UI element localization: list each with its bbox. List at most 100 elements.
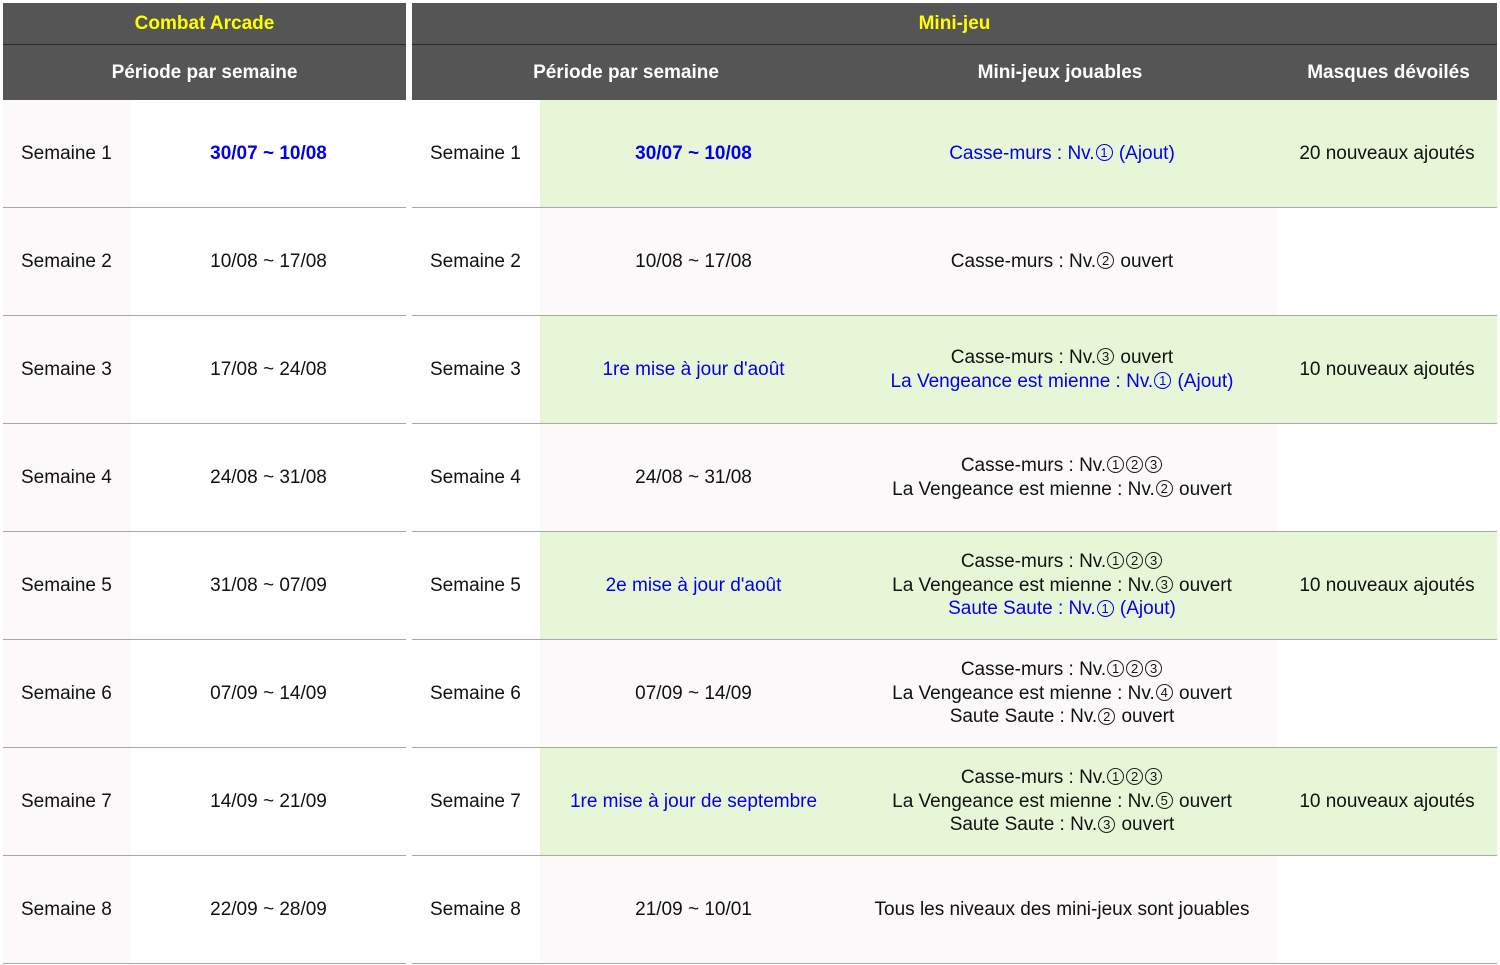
- mini-jeu-row: Semaine 3 1re mise à jour d'août Casse-mur…: [412, 316, 1497, 424]
- playable-games: Casse-murs : Nv. 2 ouvert: [847, 208, 1277, 315]
- week-label: Semaine 2: [412, 208, 540, 315]
- game-line: La Vengeance est mienne : Nv. 4 ouvert: [892, 682, 1232, 706]
- game-line: Casse-murs : Nv. 1 2 3: [961, 550, 1163, 574]
- level-number: 1: [1107, 660, 1125, 678]
- mini-jeu-row: Semaine 4 24/08 ~ 31/08 Casse-murs : Nv. 1 2…: [412, 424, 1497, 532]
- week-label: Semaine 3: [412, 316, 540, 423]
- week-label: Semaine 5: [412, 532, 540, 639]
- week-label: Semaine 4: [412, 424, 540, 531]
- game-text: ouvert: [1116, 706, 1175, 728]
- combat-arcade-title: Combat Arcade: [3, 3, 406, 45]
- game-line: Casse-murs : Nv. 1 2 3: [961, 658, 1163, 682]
- level-number: 2: [1126, 660, 1144, 678]
- period-label: 1re mise à jour d'août: [540, 316, 847, 423]
- game-text: Casse-murs : Nv.: [950, 346, 1097, 368]
- level-number: 2: [1155, 479, 1173, 497]
- masks-revealed: 10 nouveaux ajoutés: [1277, 748, 1497, 855]
- level-number: 3: [1145, 456, 1163, 474]
- level-number: 1: [1154, 371, 1172, 389]
- level-number: 2: [1126, 768, 1144, 786]
- combat-header-row: Période par semaine: [3, 45, 406, 100]
- date-range: 17/08 ~ 24/08: [131, 316, 406, 423]
- game-text: Casse-murs : Nv.: [950, 250, 1097, 272]
- game-text: Casse-murs : Nv.: [949, 142, 1095, 164]
- mini-jeu-header-row: Période par semaine Mini-jeux jouables M…: [412, 45, 1497, 100]
- week-label: Semaine 5: [3, 532, 131, 639]
- date-range: 07/09 ~ 14/09: [131, 640, 406, 747]
- week-label: Semaine 6: [3, 640, 131, 747]
- level-number: 3: [1145, 768, 1163, 786]
- playable-games: Casse-murs : Nv. 1 2 3 La Vengeance est mien…: [847, 748, 1277, 855]
- playable-games: Casse-murs : Nv. 3 ouvert La Vengeance est…: [847, 316, 1277, 423]
- game-text: La Vengeance est mienne : Nv.: [892, 682, 1155, 704]
- game-line: Casse-murs : Nv. 2 ouvert: [951, 250, 1173, 274]
- game-text: Saute Saute : Nv.: [949, 814, 1098, 836]
- mini-jeu-row: Semaine 6 07/09 ~ 14/09 Casse-murs : Nv. 1 2…: [412, 640, 1497, 748]
- level-number: 5: [1155, 792, 1173, 810]
- game-line: Tous les niveaux des mini-jeux sont joua…: [875, 898, 1250, 922]
- level-number: 1: [1095, 144, 1113, 162]
- mini-jeu-rows: Semaine 1 30/07 ~ 10/08 Casse-murs : Nv. 1 …: [412, 100, 1497, 964]
- game-text: ouvert: [1173, 790, 1232, 812]
- masks-revealed: [1277, 856, 1497, 963]
- date-range: 14/09 ~ 21/09: [131, 748, 406, 855]
- level-number: 4: [1155, 684, 1173, 702]
- combat-rows: Semaine 1 30/07 ~ 10/08 Semaine 2 10/08 ~ 1…: [3, 100, 406, 964]
- level-number: 3: [1155, 576, 1173, 594]
- combat-row: Semaine 4 24/08 ~ 31/08: [3, 424, 406, 532]
- combat-period-header: Période par semaine: [111, 61, 298, 83]
- masks-revealed: [1277, 424, 1497, 531]
- game-text: Saute Saute : Nv.: [948, 598, 1096, 620]
- game-text: La Vengeance est mienne : Nv.: [892, 790, 1155, 812]
- date-range: 31/08 ~ 07/09: [131, 532, 406, 639]
- combat-row: Semaine 2 10/08 ~ 17/08: [3, 208, 406, 316]
- mini-jeu-title: Mini-jeu: [412, 3, 1497, 45]
- level-number: 2: [1126, 456, 1144, 474]
- masks-revealed: 10 nouveaux ajoutés: [1277, 532, 1497, 639]
- week-label: Semaine 7: [3, 748, 131, 855]
- combat-arcade-table: Combat Arcade Période par semaine Semain…: [3, 3, 406, 964]
- mini-jeu-masks-header: Masques dévoilés: [1307, 61, 1470, 83]
- game-text: (Ajout): [1113, 142, 1175, 164]
- period-label: 2e mise à jour d'août: [540, 532, 847, 639]
- game-line: Saute Saute : Nv. 3 ouvert: [950, 813, 1175, 837]
- period-label: 1re mise à jour de septembre: [540, 748, 847, 855]
- mini-jeu-row: Semaine 1 30/07 ~ 10/08 Casse-murs : Nv. 1 …: [412, 100, 1497, 208]
- level-number: 1: [1107, 552, 1125, 570]
- playable-games: Casse-murs : Nv. 1 2 3 La Vengeance est mien…: [847, 640, 1277, 747]
- period-label: 07/09 ~ 14/09: [540, 640, 847, 747]
- game-line: La Vengeance est mienne : Nv. 3 ouvert: [892, 574, 1232, 598]
- game-line: La Vengeance est mienne : Nv. 5 ouvert: [892, 790, 1232, 814]
- masks-revealed: [1277, 640, 1497, 747]
- combat-row: Semaine 8 22/09 ~ 28/09: [3, 856, 406, 964]
- combat-row: Semaine 1 30/07 ~ 10/08: [3, 100, 406, 208]
- level-number: 3: [1145, 660, 1163, 678]
- game-text: Saute Saute : Nv.: [949, 706, 1098, 728]
- level-number: 1: [1107, 456, 1125, 474]
- week-label: Semaine 2: [3, 208, 131, 315]
- combat-row: Semaine 7 14/09 ~ 21/09: [3, 748, 406, 856]
- masks-revealed: [1277, 208, 1497, 315]
- masks-revealed: 10 nouveaux ajoutés: [1277, 316, 1497, 423]
- level-number: 3: [1098, 815, 1116, 833]
- date-range: 22/09 ~ 28/09: [131, 856, 406, 963]
- game-text: ouvert: [1173, 682, 1232, 704]
- game-text: Tous les niveaux des mini-jeux sont joua…: [874, 898, 1250, 920]
- week-label: Semaine 8: [412, 856, 540, 963]
- mini-jeu-row: Semaine 8 21/09 ~ 10/01 Tous les niveaux d…: [412, 856, 1497, 964]
- playable-games: Tous les niveaux des mini-jeux sont joua…: [847, 856, 1277, 963]
- game-text: ouvert: [1115, 346, 1174, 368]
- period-label: 21/09 ~ 10/01: [540, 856, 847, 963]
- game-text: ouvert: [1116, 814, 1175, 836]
- game-text: La Vengeance est mienne : Nv.: [892, 574, 1155, 596]
- week-label: Semaine 8: [3, 856, 131, 963]
- week-label: Semaine 1: [412, 100, 540, 207]
- game-text: La Vengeance est mienne : Nv.: [892, 478, 1155, 500]
- playable-games: Casse-murs : Nv. 1 (Ajout): [847, 100, 1277, 207]
- game-text: (Ajout): [1114, 598, 1176, 620]
- week-label: Semaine 7: [412, 748, 540, 855]
- playable-games: Casse-murs : Nv. 1 2 3 La Vengeance est mien…: [847, 424, 1277, 531]
- mini-jeu-row: Semaine 5 2e mise à jour d'août Casse-murs…: [412, 532, 1497, 640]
- playable-games: Casse-murs : Nv. 1 2 3 La Vengeance est mien…: [847, 532, 1277, 639]
- level-number: 3: [1097, 348, 1115, 366]
